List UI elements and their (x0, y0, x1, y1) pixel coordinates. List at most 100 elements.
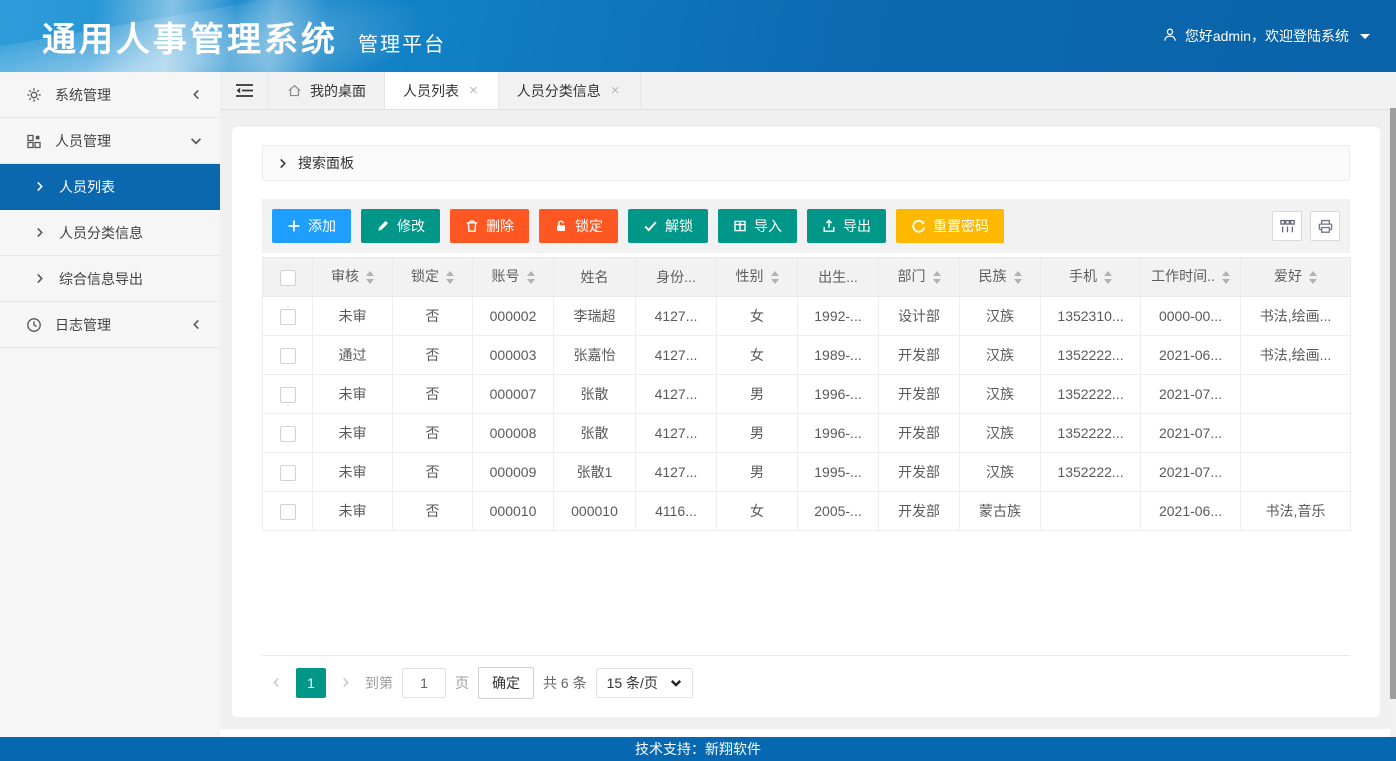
scrollbar-thumb[interactable] (1390, 108, 1396, 699)
column-label: 身份... (656, 269, 696, 285)
column-label: 姓名 (581, 269, 609, 285)
next-page-button[interactable] (335, 677, 356, 688)
table-cell: 4127... (636, 297, 717, 336)
search-panel-label: 搜索面板 (298, 153, 354, 173)
collapse-menu-button[interactable] (220, 72, 268, 109)
table-cell: 男 (717, 375, 798, 414)
column-header-姓名[interactable]: 姓名 (554, 258, 636, 297)
column-header-工作时间..[interactable]: 工作时间.. (1141, 258, 1241, 297)
导出-button[interactable]: 导出 (807, 209, 886, 243)
close-icon[interactable]: × (467, 81, 480, 100)
锁定-button[interactable]: 锁定 (539, 209, 618, 243)
row-checkbox[interactable] (280, 309, 296, 325)
table-row: 未审否000007张散4127...男1996-...开发部汉族1352222.… (263, 375, 1351, 414)
table-cell: 开发部 (879, 375, 960, 414)
sidebar-item-label: 系统管理 (55, 85, 111, 105)
删除-button[interactable]: 删除 (450, 209, 529, 243)
sidebar-item-综合信息导出[interactable]: 综合信息导出 (0, 256, 220, 302)
table-cell (1041, 492, 1141, 531)
sort-icon[interactable] (1222, 267, 1230, 288)
tab-人员分类信息[interactable]: 人员分类信息× (499, 72, 641, 109)
sort-icon[interactable] (446, 267, 454, 288)
close-icon[interactable]: × (609, 81, 622, 100)
解锁-button[interactable]: 解锁 (628, 209, 708, 243)
table-cell: 否 (393, 297, 473, 336)
column-header-民族[interactable]: 民族 (960, 258, 1041, 297)
column-header-手机[interactable]: 手机 (1041, 258, 1141, 297)
sort-icon[interactable] (527, 267, 535, 288)
page-size-select[interactable]: 15 条/页 (596, 668, 693, 698)
添加-button[interactable]: 添加 (272, 209, 351, 243)
row-checkbox[interactable] (280, 504, 296, 520)
row-checkbox[interactable] (280, 348, 296, 364)
tab-人员列表[interactable]: 人员列表× (385, 72, 499, 109)
user-greeting: 您好admin，欢迎登陆系统 (1185, 26, 1349, 46)
header-titles: 通用人事管理系统 管理平台 (42, 12, 446, 61)
pencil-icon (376, 219, 390, 233)
search-panel-toggle[interactable]: 搜索面板 (262, 145, 1350, 181)
home-icon (287, 83, 302, 98)
user-icon (1162, 27, 1178, 43)
user-menu[interactable]: 您好admin，欢迎登陆系统 (1162, 26, 1370, 46)
sidebar-item-人员列表[interactable]: 人员列表 (0, 164, 220, 210)
table-row: 未审否000008张散4127...男1996-...开发部汉族1352222.… (263, 414, 1351, 453)
sort-icon[interactable] (1104, 267, 1112, 288)
table-cell: 否 (393, 414, 473, 453)
column-header-爱好[interactable]: 爱好 (1241, 258, 1351, 297)
column-header-审核[interactable]: 审核 (313, 258, 393, 297)
sort-icon[interactable] (1014, 267, 1022, 288)
content-area: 搜索面板 添加修改删除锁定解锁导入导出重置密码 审核锁定账号姓名身份...性别出… (220, 110, 1396, 729)
sort-icon[interactable] (771, 267, 779, 288)
column-label: 爱好 (1274, 268, 1302, 284)
table-cell: 汉族 (960, 375, 1041, 414)
重置密码-button[interactable]: 重置密码 (896, 209, 1004, 243)
row-checkbox[interactable] (280, 426, 296, 442)
chevron-right-icon (340, 677, 351, 688)
table-cell: 开发部 (879, 414, 960, 453)
column-header-出生...[interactable]: 出生... (798, 258, 879, 297)
sort-icon[interactable] (366, 267, 374, 288)
table-cell: 1352222... (1041, 375, 1141, 414)
row-checkbox[interactable] (280, 465, 296, 481)
button-label: 解锁 (665, 216, 693, 236)
check-icon (643, 219, 658, 233)
table-cell: 2021-06... (1141, 492, 1241, 531)
select-all-checkbox[interactable] (280, 270, 296, 286)
print-tool-button[interactable] (1310, 211, 1340, 241)
pagination: 1 到第 页 确定 共 6 条 15 条/页 (262, 655, 1350, 709)
prev-page-button[interactable] (266, 677, 287, 688)
column-header-性别[interactable]: 性别 (717, 258, 798, 297)
table-cell: 1352310... (1041, 297, 1141, 336)
current-page-button[interactable]: 1 (296, 668, 326, 698)
sidebar-item-系统管理[interactable]: 系统管理 (0, 72, 220, 118)
sort-icon[interactable] (1309, 267, 1317, 288)
sidebar-item-人员管理[interactable]: 人员管理 (0, 118, 220, 164)
sort-icon[interactable] (933, 267, 941, 288)
row-checkbox-cell (263, 297, 313, 336)
column-header-部门[interactable]: 部门 (879, 258, 960, 297)
sidebar-item-label: 综合信息导出 (59, 269, 143, 289)
table-cell: 张散 (554, 375, 636, 414)
column-header-身份...[interactable]: 身份... (636, 258, 717, 297)
tab-我的桌面[interactable]: 我的桌面 (268, 72, 385, 109)
columns-tool-button[interactable] (1272, 211, 1302, 241)
sidebar-item-label: 人员分类信息 (59, 223, 143, 243)
table-cell: 2021-07... (1141, 375, 1241, 414)
column-header-锁定[interactable]: 锁定 (393, 258, 473, 297)
app-footer: 技术支持：新翔软件 (0, 737, 1396, 761)
chevron-right-icon (34, 227, 45, 238)
table-cell: 4127... (636, 453, 717, 492)
sidebar-item-日志管理[interactable]: 日志管理 (0, 302, 220, 348)
goto-page-input[interactable] (402, 668, 446, 698)
row-checkbox[interactable] (280, 387, 296, 403)
confirm-page-button[interactable]: 确定 (478, 667, 534, 699)
table-header-row: 审核锁定账号 姓名 身份... 性别出生...部门民族手机工作时间.. 爱好 (263, 258, 1351, 297)
table-cell: 汉族 (960, 297, 1041, 336)
sidebar-item-人员分类信息[interactable]: 人员分类信息 (0, 210, 220, 256)
collapse-menu-icon (235, 83, 254, 98)
导入-button[interactable]: 导入 (718, 209, 797, 243)
sidebar: 系统管理人员管理人员列表人员分类信息综合信息导出日志管理 (0, 72, 220, 737)
scrollbar-track[interactable] (1390, 108, 1396, 737)
column-header-账号[interactable]: 账号 (473, 258, 554, 297)
修改-button[interactable]: 修改 (361, 209, 440, 243)
